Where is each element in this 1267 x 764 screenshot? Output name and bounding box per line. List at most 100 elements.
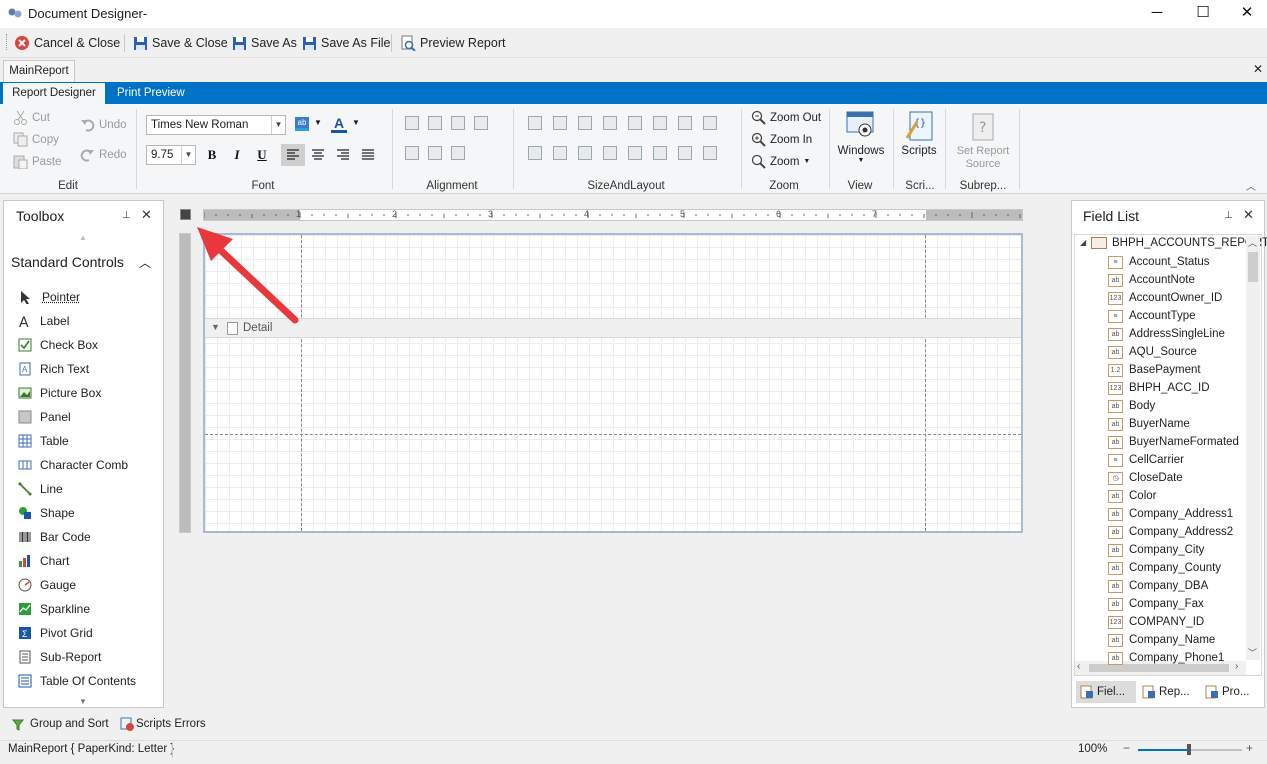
expand-icon[interactable]: ◢ [1080,238,1086,247]
horizontal-spacing-decrease-icon[interactable] [678,116,692,130]
vertical-spacing-equal-icon[interactable] [528,146,542,160]
zoom-in-icon[interactable]: + [1246,741,1253,755]
scroll-down-icon[interactable]: ▼ [79,697,87,706]
vertical-spacing-increase-icon[interactable] [553,146,567,160]
field-item[interactable]: ab Body [1108,397,1155,415]
horizontal-spacing-increase-icon[interactable] [653,116,667,130]
field-item[interactable]: ab AccountNote [1108,271,1195,289]
highlight-color-icon[interactable]: ab [295,117,309,131]
field-item[interactable]: 123 COMPANY_ID [1108,613,1204,631]
tab-report-explorer[interactable]: Rep... [1138,681,1198,703]
copy-button[interactable]: Copy [13,132,59,147]
field-item[interactable]: ab Company_Name [1108,631,1215,649]
toolbox-item[interactable]: Shape [18,502,75,524]
toolbox-item[interactable]: Pointer [18,286,82,308]
scripts-button[interactable]: {} Scripts [898,110,940,157]
toolbox-item[interactable]: Sub-Report [18,646,101,668]
zoom-in-button[interactable]: Zoom In [751,132,812,147]
chevron-down-icon[interactable]: ▼ [314,118,322,127]
field-item[interactable]: ab Company_DBA [1108,577,1208,595]
align-centers-icon[interactable] [451,116,465,130]
horizontal-spacing-remove-icon[interactable] [703,116,717,130]
horizontal-spacing-equal-icon[interactable] [628,116,642,130]
toolbox-item[interactable]: Check Box [18,334,98,356]
field-item[interactable]: ab Company_Address2 [1108,523,1233,541]
vertical-spacing-remove-icon[interactable] [603,146,617,160]
set-report-source-button[interactable]: ? Set Report Source [952,110,1014,171]
close-window-button[interactable]: ✕ [1224,0,1267,28]
vertical-scrollbar[interactable]: ︿ ﹀ [1246,236,1260,660]
toolbox-item[interactable]: Panel [18,406,71,428]
paste-button[interactable]: Paste [13,154,61,169]
tab-field-list[interactable]: Fiel... [1076,681,1136,703]
tab-properties[interactable]: Pro... [1201,681,1261,703]
align-middles-icon[interactable] [428,146,442,160]
toolbox-item[interactable]: A Label [18,310,69,332]
align-center-button[interactable] [306,144,330,166]
field-item[interactable]: ab BuyerNameFormated [1108,433,1239,451]
maximize-button[interactable]: ☐ [1180,0,1226,28]
scrollbar-thumb[interactable] [1248,252,1258,282]
field-item[interactable]: ab AQU_Source [1108,343,1197,361]
font-color-icon[interactable]: A [331,115,347,133]
scroll-down-icon[interactable]: ﹀ [1248,646,1257,659]
font-size-combo[interactable]: 9.75 ▼ [146,145,196,165]
redo-button[interactable]: Redo [80,147,127,162]
toolbox-item[interactable]: Line [18,478,63,500]
close-icon[interactable]: ✕ [141,207,152,223]
toolbox-item[interactable]: Σ Pivot Grid [18,622,93,644]
center-vertically-icon[interactable] [653,146,667,160]
cancel-close-button[interactable]: Cancel & Close [14,33,120,53]
undo-button[interactable]: Undo [80,117,127,132]
align-bottoms-icon[interactable] [451,146,465,160]
make-same-height-icon[interactable] [553,116,567,130]
field-item[interactable]: ab Color [1108,487,1156,505]
toolbox-item[interactable]: Picture Box [18,382,101,404]
field-item[interactable]: ab Company_City [1108,541,1204,559]
save-as-file-button[interactable]: Save As File [302,33,390,53]
field-item[interactable]: 123 AccountOwner_ID [1108,289,1222,307]
bold-button[interactable]: B [201,145,223,165]
field-item[interactable]: ab Company_Phone1 [1108,649,1224,667]
chevron-up-icon[interactable]: ︿ [139,254,151,271]
cut-button[interactable]: Cut [13,110,50,125]
toolbox-item[interactable]: Gauge [18,574,76,596]
scroll-up-icon[interactable]: ︿ [1248,236,1257,249]
toolbox-item[interactable]: Sparkline [18,598,90,620]
field-item[interactable]: ≡ AccountType [1108,307,1195,325]
align-right-button[interactable] [331,144,355,166]
group-and-sort-button[interactable]: Group and Sort [12,717,109,731]
detail-band-header[interactable]: ▼ Detail [205,318,1021,338]
field-item[interactable]: ≡ CellCarrier [1108,451,1184,469]
justify-button[interactable] [356,144,380,166]
scroll-right-icon[interactable]: › [1235,661,1238,672]
minimize-button[interactable]: ─ [1134,0,1180,28]
toolbox-item[interactable]: Bar Code [18,526,91,548]
preview-report-button[interactable]: Preview Report [400,33,505,53]
pin-icon[interactable]: ⊥ [1224,210,1233,221]
field-item[interactable]: ab AddressSingleLine [1108,325,1225,343]
save-as-button[interactable]: Save As [232,33,297,53]
close-tab-icon[interactable]: ✕ [1253,62,1263,76]
tab-mainreport[interactable]: MainReport [3,60,75,82]
collapse-ribbon-icon[interactable]: ︿ [1246,178,1256,193]
send-to-back-icon[interactable] [703,146,717,160]
field-item[interactable]: 1.2 BasePayment [1108,361,1201,379]
toolbox-item[interactable]: A Rich Text [18,358,89,380]
scroll-left-icon[interactable]: ‹ [1077,661,1080,672]
close-icon[interactable]: ✕ [1243,207,1254,223]
scroll-up-icon[interactable]: ▲ [79,233,87,242]
field-item[interactable]: ab Company_County [1108,559,1221,577]
zoom-out-button[interactable]: Zoom Out [751,110,821,125]
bring-to-front-icon[interactable] [678,146,692,160]
field-root[interactable]: BHPH_ACCOUNTS_REPORT [1112,237,1267,249]
field-item[interactable]: ◷ CloseDate [1108,469,1183,487]
toolbox-section-title[interactable]: Standard Controls [11,254,124,270]
field-item[interactable]: ab Company_Address1 [1108,505,1233,523]
toolbox-item[interactable]: Chart [18,550,69,572]
align-rights-icon[interactable] [474,116,488,130]
tab-report-designer[interactable]: Report Designer [3,83,105,104]
pin-icon[interactable]: ⊥ [122,210,131,221]
center-horizontally-icon[interactable] [628,146,642,160]
field-item[interactable]: ≡ Account_Status [1108,253,1210,271]
